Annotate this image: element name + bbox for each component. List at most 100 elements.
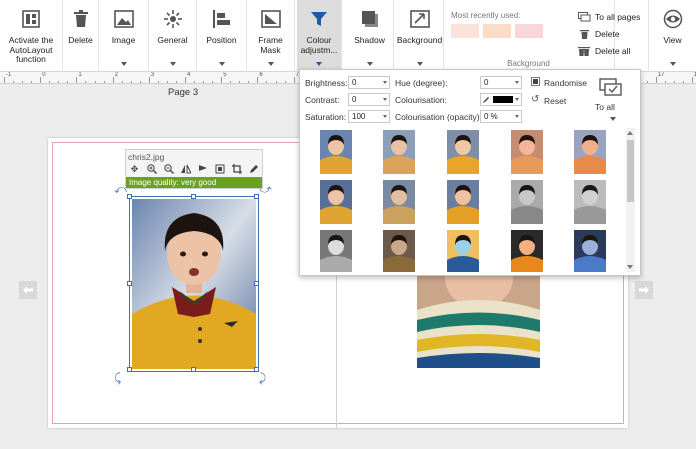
recent-background-swatch[interactable] bbox=[483, 24, 511, 38]
scroll-up-icon[interactable] bbox=[627, 131, 633, 135]
brightness-select[interactable]: 0 bbox=[348, 76, 390, 89]
recent-background-swatch[interactable] bbox=[451, 24, 479, 38]
scrollbar-thumb[interactable] bbox=[627, 140, 634, 202]
background-label: Background bbox=[396, 35, 443, 45]
zoom-in-icon[interactable] bbox=[146, 164, 158, 174]
chevron-down-icon bbox=[515, 81, 519, 84]
zoom-out-icon[interactable] bbox=[163, 164, 175, 174]
selection-frame[interactable] bbox=[129, 196, 259, 372]
ruler-tick bbox=[13, 81, 15, 83]
arrow-right-icon bbox=[639, 286, 649, 294]
sparkle-icon bbox=[162, 8, 184, 30]
chevron-down-icon bbox=[515, 115, 519, 118]
previous-page-button[interactable] bbox=[19, 281, 37, 299]
image-label: Image bbox=[111, 35, 136, 45]
scroll-down-icon[interactable] bbox=[627, 265, 633, 269]
flip-horizontal-icon[interactable] bbox=[180, 164, 192, 174]
colour-preset-thumbnail[interactable] bbox=[320, 130, 352, 174]
colour-preset-thumbnail[interactable] bbox=[574, 230, 606, 272]
randomise-checkbox[interactable] bbox=[531, 77, 540, 86]
move-icon[interactable]: ✥ bbox=[129, 164, 141, 175]
recent-background-swatch[interactable] bbox=[515, 24, 543, 38]
apply-all-icon bbox=[577, 11, 591, 22]
background-delete-button[interactable]: Delete bbox=[577, 25, 640, 42]
reset-button[interactable]: Reset bbox=[544, 96, 566, 106]
autolayout-label: Activate the AutoLayout function bbox=[8, 35, 54, 64]
contrast-select[interactable]: 0 bbox=[348, 93, 390, 106]
position-menu-button[interactable]: Position bbox=[197, 0, 247, 72]
randomise-label[interactable]: Randomise bbox=[544, 78, 587, 88]
colour-preset-thumbnail[interactable] bbox=[574, 130, 606, 174]
colour-preset-thumbnail[interactable] bbox=[511, 230, 543, 272]
saturation-select[interactable]: 100 bbox=[348, 110, 390, 123]
shadow-menu-button[interactable]: Shadow bbox=[346, 0, 394, 72]
ruler-tick bbox=[112, 77, 114, 83]
general-menu-button[interactable]: General bbox=[149, 0, 197, 72]
background-actions: To all pages Delete Delete all bbox=[577, 8, 640, 59]
colour-preset-thumbnail[interactable] bbox=[447, 180, 479, 224]
delete-all-button[interactable]: Delete all bbox=[577, 42, 640, 59]
ruler-tick bbox=[76, 77, 78, 83]
colour-preset-thumbnail[interactable] bbox=[320, 180, 352, 224]
colourisation-opacity-select[interactable]: 0 % bbox=[480, 110, 522, 123]
colourisation-swatch bbox=[493, 96, 513, 103]
ruler-tick bbox=[22, 81, 24, 83]
ruler-tick bbox=[284, 81, 286, 83]
colour-adjustments-button[interactable]: Colour adjustm... bbox=[297, 0, 342, 72]
ruler-tick bbox=[130, 81, 132, 83]
resize-handle[interactable] bbox=[127, 194, 132, 199]
background-menu-button[interactable]: Background bbox=[396, 0, 444, 72]
chevron-down-icon[interactable] bbox=[610, 117, 616, 121]
preset-scrollbar[interactable] bbox=[626, 128, 635, 272]
colour-preset-thumbnail[interactable] bbox=[447, 130, 479, 174]
rotate-handle-icon[interactable]: ⤸ bbox=[259, 371, 266, 386]
ruler-tick bbox=[212, 81, 214, 83]
ruler-tick bbox=[194, 81, 196, 83]
ruler-number: 2 bbox=[114, 72, 118, 78]
autolayout-button[interactable]: Activate the AutoLayout function bbox=[0, 0, 63, 72]
colour-preset-thumbnail[interactable] bbox=[383, 180, 415, 224]
colour-preset-thumbnail[interactable] bbox=[320, 230, 352, 272]
chevron-down-icon bbox=[515, 98, 519, 101]
ruler-tick bbox=[185, 77, 186, 83]
colour-preset-thumbnail[interactable] bbox=[574, 180, 606, 224]
hue-label: Hue (degree): bbox=[395, 78, 448, 88]
reset-icon[interactable]: ↺ bbox=[531, 94, 539, 105]
frame-mask-icon bbox=[260, 8, 282, 30]
resize-handle[interactable] bbox=[254, 281, 259, 286]
replace-image-icon[interactable] bbox=[214, 164, 226, 174]
ruler-tick bbox=[58, 81, 60, 83]
colour-preset-thumbnail[interactable] bbox=[511, 130, 543, 174]
ruler-tick bbox=[673, 81, 675, 83]
to-all-button[interactable]: To all bbox=[595, 102, 615, 112]
brightness-label: Brightness: bbox=[305, 78, 348, 88]
to-all-pages-button[interactable]: To all pages bbox=[577, 8, 640, 25]
frame-mask-button[interactable]: Frame Mask bbox=[247, 0, 295, 72]
autolayout-icon bbox=[20, 8, 42, 30]
ruler-tick bbox=[221, 77, 223, 83]
image-filename: chris2.jpg bbox=[128, 152, 165, 162]
colourisation-colour-picker[interactable] bbox=[480, 93, 522, 106]
resize-handle[interactable] bbox=[191, 194, 196, 199]
hue-select[interactable]: 0 bbox=[480, 76, 522, 89]
colour-preset-thumbnail[interactable] bbox=[447, 230, 479, 272]
ruler-tick bbox=[139, 81, 141, 83]
delete-button[interactable]: Delete bbox=[63, 0, 99, 72]
apply-to-all-icon[interactable] bbox=[599, 78, 623, 100]
trash-icon bbox=[577, 29, 591, 39]
flip-vertical-icon[interactable] bbox=[197, 164, 209, 174]
crop-icon[interactable] bbox=[231, 164, 243, 174]
rotate-handle-icon[interactable]: ⤹ bbox=[114, 371, 121, 386]
ruler-tick bbox=[239, 81, 241, 83]
colour-preset-thumbnail[interactable] bbox=[383, 230, 415, 272]
resize-handle[interactable] bbox=[127, 281, 132, 286]
photo-boy-striped-shirt[interactable] bbox=[417, 270, 540, 368]
colour-preset-thumbnail[interactable] bbox=[511, 180, 543, 224]
next-page-button[interactable] bbox=[635, 281, 653, 299]
image-menu-button[interactable]: Image bbox=[99, 0, 149, 72]
edit-pen-icon[interactable] bbox=[248, 164, 260, 174]
colour-preset-thumbnail[interactable] bbox=[383, 130, 415, 174]
resize-handle[interactable] bbox=[191, 367, 196, 372]
resize-handle[interactable] bbox=[127, 367, 132, 372]
view-menu-button[interactable]: View bbox=[648, 0, 696, 72]
